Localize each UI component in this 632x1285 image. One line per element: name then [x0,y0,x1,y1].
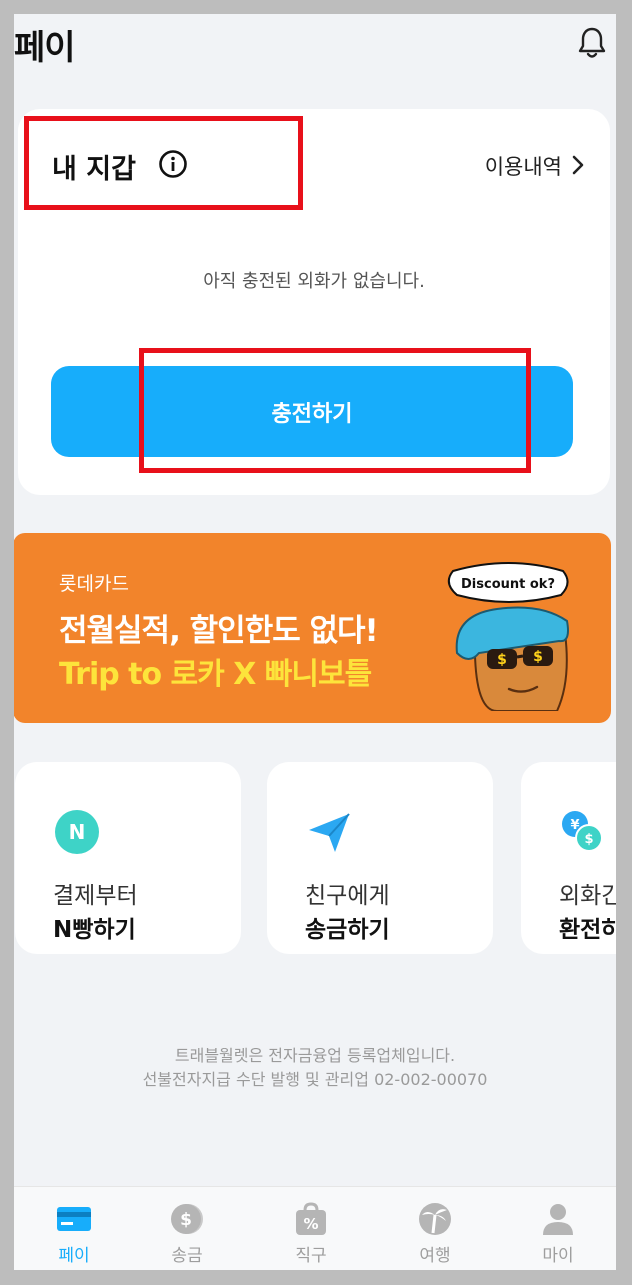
service-line1: 친구에게 [305,883,390,909]
empty-wallet-message: 아직 충전된 외화가 없습니다. [203,271,425,292]
svg-text:$: $ [497,652,507,668]
history-link[interactable]: 이용내역 [485,151,562,181]
tab-my[interactable]: 마이 [498,1187,616,1270]
svg-text:$: $ [180,1210,192,1230]
coin-icon: $ [171,1204,203,1234]
svg-text:$: $ [533,649,543,665]
page-title: 페이 [14,28,76,68]
sticker-text: Discount ok? [461,577,555,592]
shopping-bag-icon: % [296,1202,326,1235]
bottom-tab-bar: 페이 $ 송금 % 직구 여행 마이 [14,1186,616,1270]
service-line1: 결제부터 [53,883,138,909]
tab-travel[interactable]: 여행 [375,1187,495,1270]
currency-exchange-icon: ¥ $ [562,811,603,852]
service-line2: 환전하 [559,917,616,943]
service-card-exchange[interactable]: ¥ $ 외화간 환전하 [521,762,616,954]
banner-brand: 롯데카드 [59,573,129,595]
svg-text:N: N [69,820,86,844]
company-notice-line2: 선불전자지급 수단 발행 및 관리업 02-002-00070 [142,1070,488,1089]
tab-label: 송금 [171,1246,203,1266]
tab-transfer[interactable]: $ 송금 [127,1187,247,1270]
tab-label: 직구 [295,1246,327,1266]
tab-pay[interactable]: 페이 [14,1187,134,1270]
person-icon [543,1204,573,1235]
svg-text:$: $ [584,832,593,847]
info-icon[interactable] [158,149,188,179]
service-card-transfer[interactable]: 친구에게 송금하기 [267,762,493,954]
company-notice-line1: 트래블월렛은 전자금융업 등록업체입니다. [174,1046,456,1065]
card-icon [57,1207,91,1231]
cartoon-character-illustration: Discount ok? $ $ [447,562,569,711]
palm-tree-icon [419,1203,451,1235]
top-bar: 페이 [14,14,616,74]
tab-label: 마이 [542,1246,574,1266]
service-line2: 송금하기 [305,917,390,943]
service-card-split-pay[interactable]: N 결제부터 N빵하기 [15,762,241,954]
company-notice: 트래블월렛은 전자금융업 등록업체입니다. 선불전자지급 수단 발행 및 관리업… [14,1044,616,1092]
bell-icon[interactable] [576,26,608,60]
app-screen: 페이 내 지갑 이용내역 아직 충전된 외화가 없습니다. 충전하기 롯데카드 … [14,14,616,1270]
wallet-card: 내 지갑 이용내역 아직 충전된 외화가 없습니다. 충전하기 [18,109,610,495]
svg-text:%: % [303,1215,318,1233]
tab-label: 페이 [58,1246,90,1266]
banner-subline: Trip to 로카 X 빠니보틀 [59,657,372,692]
chevron-right-icon[interactable] [568,153,588,177]
n-badge-icon: N [55,810,99,854]
service-line2: N빵하기 [53,917,136,943]
paper-plane-icon [309,813,350,852]
wallet-title: 내 지갑 [52,154,136,185]
tab-label: 여행 [419,1246,451,1266]
tab-shopping[interactable]: % 직구 [251,1187,371,1270]
promo-banner[interactable]: 롯데카드 전월실적, 할인한도 없다! Trip to 로카 X 빠니보틀 Di… [14,533,611,723]
charge-button[interactable]: 충전하기 [51,366,573,457]
banner-headline: 전월실적, 할인한도 없다! [59,613,379,649]
service-line1: 외화간 [559,883,616,909]
